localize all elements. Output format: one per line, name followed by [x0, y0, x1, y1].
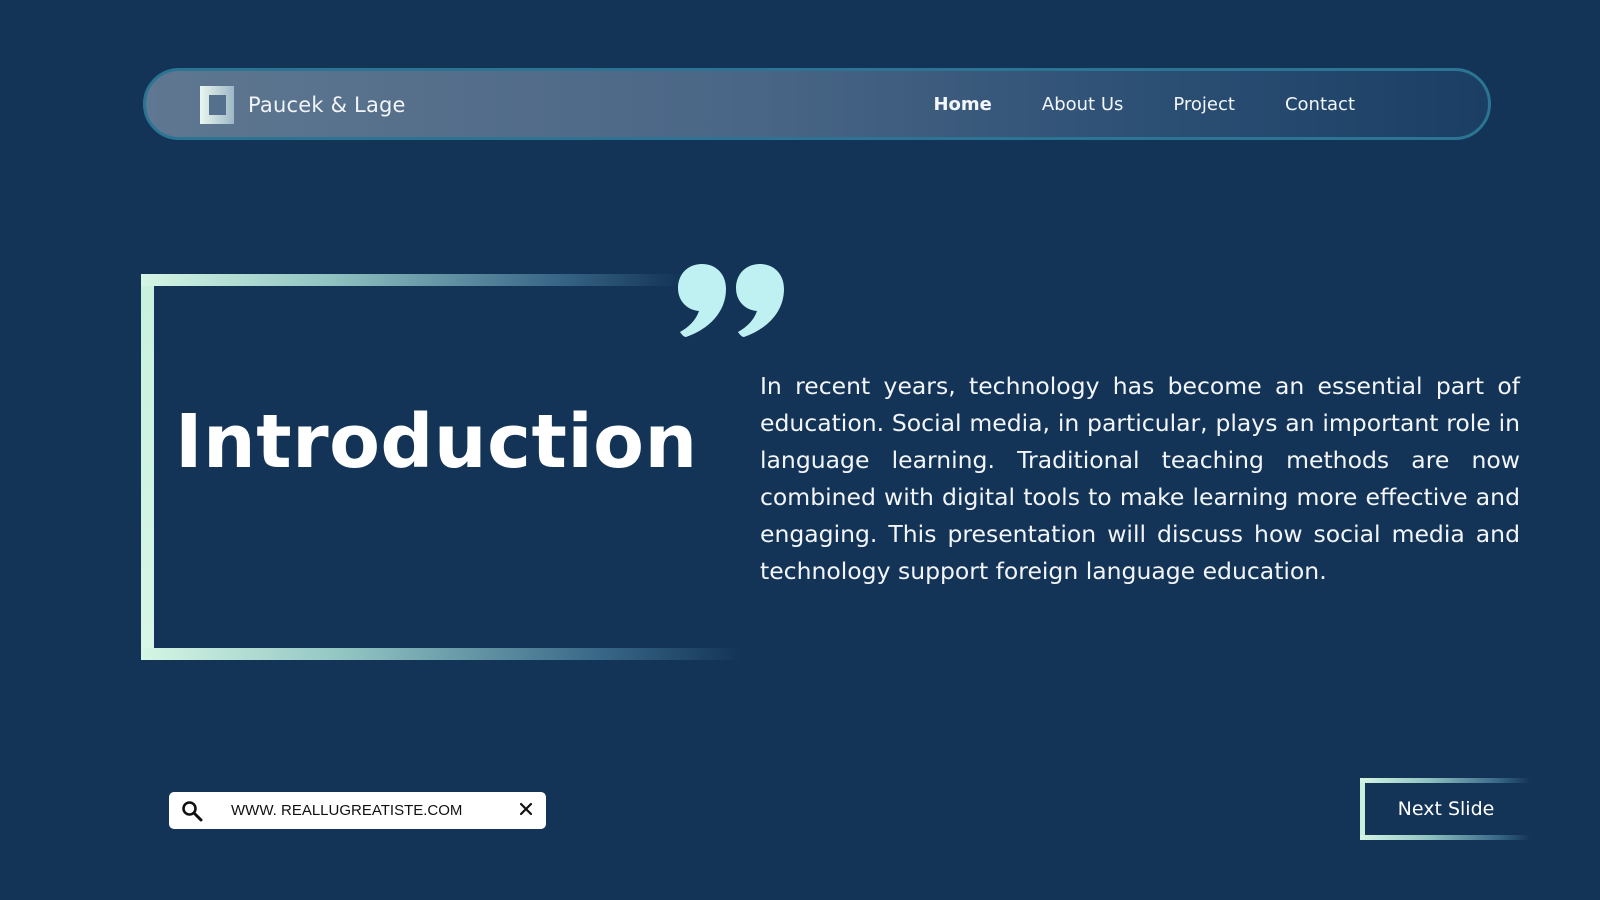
nav-link-home[interactable]: Home: [908, 94, 1016, 115]
nav-link-project[interactable]: Project: [1148, 94, 1260, 115]
nav-link-contact[interactable]: Contact: [1260, 94, 1380, 115]
frame-left-border: [141, 274, 154, 660]
navbar: Paucek & Lage Home About Us Project Cont…: [143, 68, 1491, 140]
intro-body-text: In recent years, technology has become a…: [760, 372, 1520, 585]
intro-title: Introduction: [175, 399, 698, 485]
brand-logo-icon: [200, 86, 234, 124]
brand-name: Paucek & Lage: [248, 93, 406, 117]
nav-link-about-us[interactable]: About Us: [1017, 94, 1149, 115]
frame-top-border: [141, 274, 681, 286]
frame-bottom-border: [141, 648, 741, 660]
next-slide-label: Next Slide: [1397, 798, 1495, 820]
nav-links: Home About Us Project Contact: [908, 71, 1380, 137]
url-search-bar[interactable]: [169, 792, 546, 829]
brand[interactable]: Paucek & Lage: [200, 86, 406, 124]
search-icon[interactable]: [181, 800, 203, 822]
next-slide-button[interactable]: Next Slide: [1360, 778, 1530, 840]
search-input[interactable]: [231, 802, 491, 819]
slide-page: Paucek & Lage Home About Us Project Cont…: [0, 0, 1600, 900]
quote-icon: [676, 262, 788, 338]
close-icon[interactable]: [516, 799, 536, 819]
